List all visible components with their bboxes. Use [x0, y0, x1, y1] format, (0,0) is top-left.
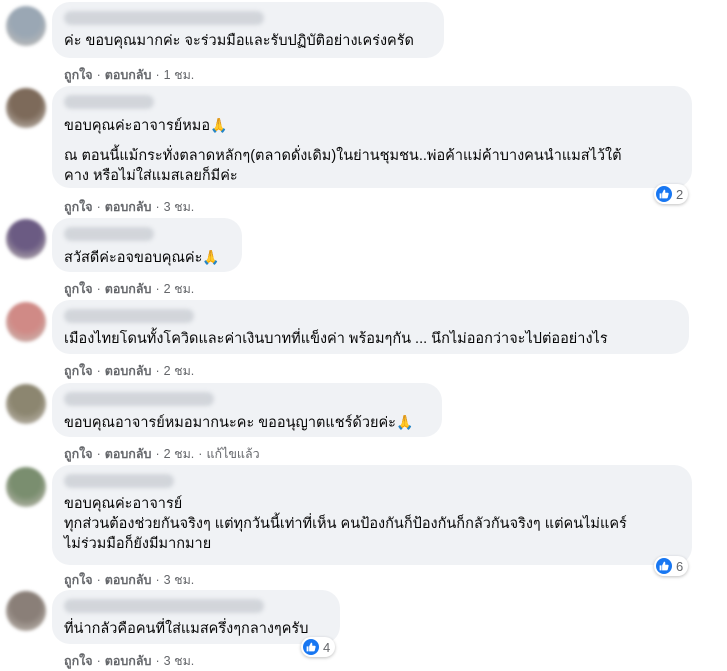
like-reaction-icon: [303, 639, 319, 655]
comment-actions: ถูกใจ · ตอบกลับ · 3 ชม.: [64, 654, 195, 668]
avatar[interactable]: [6, 219, 46, 259]
reply-link[interactable]: ตอบกลับ: [105, 282, 152, 296]
comment-actions: ถูกใจ · ตอบกลับ · 2 ชม.: [64, 282, 195, 296]
comment-text: ที่น่ากลัวคือคนที่ใส่แมสครึ่งๆกลางๆครับ: [64, 621, 309, 637]
reaction-count: 4: [323, 639, 331, 655]
timestamp[interactable]: 2 ชม.: [164, 447, 195, 461]
like-reaction-icon: [656, 558, 672, 574]
reaction-count: 6: [676, 558, 684, 574]
commenter-name-blurred[interactable]: [64, 309, 194, 323]
reaction-count: 2: [676, 186, 684, 202]
commenter-name-blurred[interactable]: [64, 474, 174, 488]
reply-link[interactable]: ตอบกลับ: [105, 364, 152, 378]
commenter-name-blurred[interactable]: [64, 11, 264, 25]
reply-link[interactable]: ตอบกลับ: [105, 68, 152, 82]
folded-hands-emoji: 🙏: [210, 117, 228, 133]
like-link[interactable]: ถูกใจ: [64, 447, 93, 461]
avatar[interactable]: [6, 467, 46, 507]
timestamp[interactable]: 2 ชม.: [164, 364, 195, 378]
comment-bubble: เมืองไทยโดนทั้งโควิดและค่าเงินบาทที่แข็ง…: [52, 300, 689, 354]
comment-bubble: ขอบคุณค่ะอาจารย์หมอ🙏 ณ ตอนนี้แม้กระทั่งต…: [52, 86, 692, 188]
comment-text: ไม่ร่วมมือก็ยังมีมากมาย: [64, 536, 212, 552]
comment-bubble: ที่น่ากลัวคือคนที่ใส่แมสครึ่งๆกลางๆครับ: [52, 590, 340, 644]
like-link[interactable]: ถูกใจ: [64, 364, 93, 378]
comment-actions: ถูกใจ · ตอบกลับ · 3 ชม.: [64, 573, 195, 587]
reply-link[interactable]: ตอบกลับ: [105, 573, 152, 587]
comment-bubble: ขอบคุณอาจารย์หมอมากนะคะ ขออนุญาตแชร์ด้วย…: [52, 383, 442, 437]
commenter-name-blurred[interactable]: [64, 599, 264, 613]
timestamp[interactable]: 3 ชม.: [164, 654, 195, 668]
comment-text: คาง หรือไม่ใส่แมสเลยก็มีค่ะ: [64, 168, 238, 184]
commenter-name-blurred[interactable]: [64, 392, 214, 406]
avatar[interactable]: [6, 88, 46, 128]
comment-text-row: ขอบคุณอาจารย์หมอมากนะคะ ขออนุญาตแชร์ด้วย…: [64, 412, 430, 433]
like-reaction-icon: [656, 186, 672, 202]
reaction-summary[interactable]: 6: [654, 556, 689, 576]
comment-text: ขอบคุณอาจารย์หมอมากนะคะ ขออนุญาตแชร์ด้วย…: [64, 415, 396, 431]
comment-text: ทุกส่วนต้องช่วยกันจริงๆ แต่ทุกวันนี้เท่า…: [64, 516, 627, 532]
commenter-name-blurred[interactable]: [64, 227, 154, 241]
comment-actions: ถูกใจ · ตอบกลับ · 2 ชม. · แก้ไขแล้ว: [64, 447, 260, 461]
comment-bubble: ขอบคุณค่ะอาจารย์ ทุกส่วนต้องช่วยกันจริงๆ…: [52, 465, 692, 565]
reply-link[interactable]: ตอบกลับ: [105, 654, 152, 668]
comment-text-row: สวัสดีค่ะอจขอบคุณค่ะ🙏: [64, 247, 230, 268]
comment-actions: ถูกใจ · ตอบกลับ · 3 ชม.: [64, 200, 195, 214]
like-link[interactable]: ถูกใจ: [64, 200, 93, 214]
timestamp[interactable]: 2 ชม.: [164, 282, 195, 296]
comment-text: สวัสดีค่ะอจขอบคุณค่ะ: [64, 250, 203, 266]
edited-label[interactable]: แก้ไขแล้ว: [206, 447, 259, 461]
like-link[interactable]: ถูกใจ: [64, 573, 93, 587]
like-link[interactable]: ถูกใจ: [64, 654, 93, 668]
folded-hands-emoji: 🙏: [202, 249, 220, 265]
avatar[interactable]: [6, 6, 46, 46]
timestamp[interactable]: 3 ชม.: [164, 573, 195, 587]
reaction-summary[interactable]: 2: [654, 184, 689, 204]
comment-text: ณ ตอนนี้แม้กระทั่งตลาดหลักๆ(ตลาดดั่งเดิม…: [64, 148, 622, 164]
comment-actions: ถูกใจ · ตอบกลับ · 1 ชม.: [64, 68, 195, 82]
comment-text: ขอบคุณค่ะอาจารย์: [64, 496, 183, 512]
avatar[interactable]: [6, 591, 46, 631]
folded-hands-emoji: 🙏: [395, 414, 414, 430]
comment-text: ค่ะ ขอบคุณมากค่ะ จะร่วมมือและรับปฏิบัติอ…: [64, 33, 414, 49]
comment-bubble: สวัสดีค่ะอจขอบคุณค่ะ🙏: [52, 218, 242, 272]
like-link[interactable]: ถูกใจ: [64, 68, 93, 82]
reply-link[interactable]: ตอบกลับ: [105, 200, 152, 214]
reply-link[interactable]: ตอบกลับ: [105, 447, 152, 461]
comment-bubble: ค่ะ ขอบคุณมากค่ะ จะร่วมมือและรับปฏิบัติอ…: [52, 2, 444, 58]
timestamp[interactable]: 3 ชม.: [164, 200, 195, 214]
like-link[interactable]: ถูกใจ: [64, 282, 93, 296]
comment-text: ขอบคุณค่ะอาจารย์หมอ: [64, 118, 211, 134]
comment-text-row: ขอบคุณค่ะอาจารย์หมอ🙏: [64, 115, 680, 136]
comment-text: เมืองไทยโดนทั้งโควิดและค่าเงินบาทที่แข็ง…: [64, 331, 608, 347]
comment-actions: ถูกใจ · ตอบกลับ · 2 ชม.: [64, 364, 195, 378]
avatar[interactable]: [6, 302, 46, 342]
timestamp[interactable]: 1 ชม.: [164, 68, 195, 82]
reaction-summary[interactable]: 4: [301, 637, 336, 657]
commenter-name-blurred[interactable]: [64, 95, 154, 109]
avatar[interactable]: [6, 384, 46, 424]
